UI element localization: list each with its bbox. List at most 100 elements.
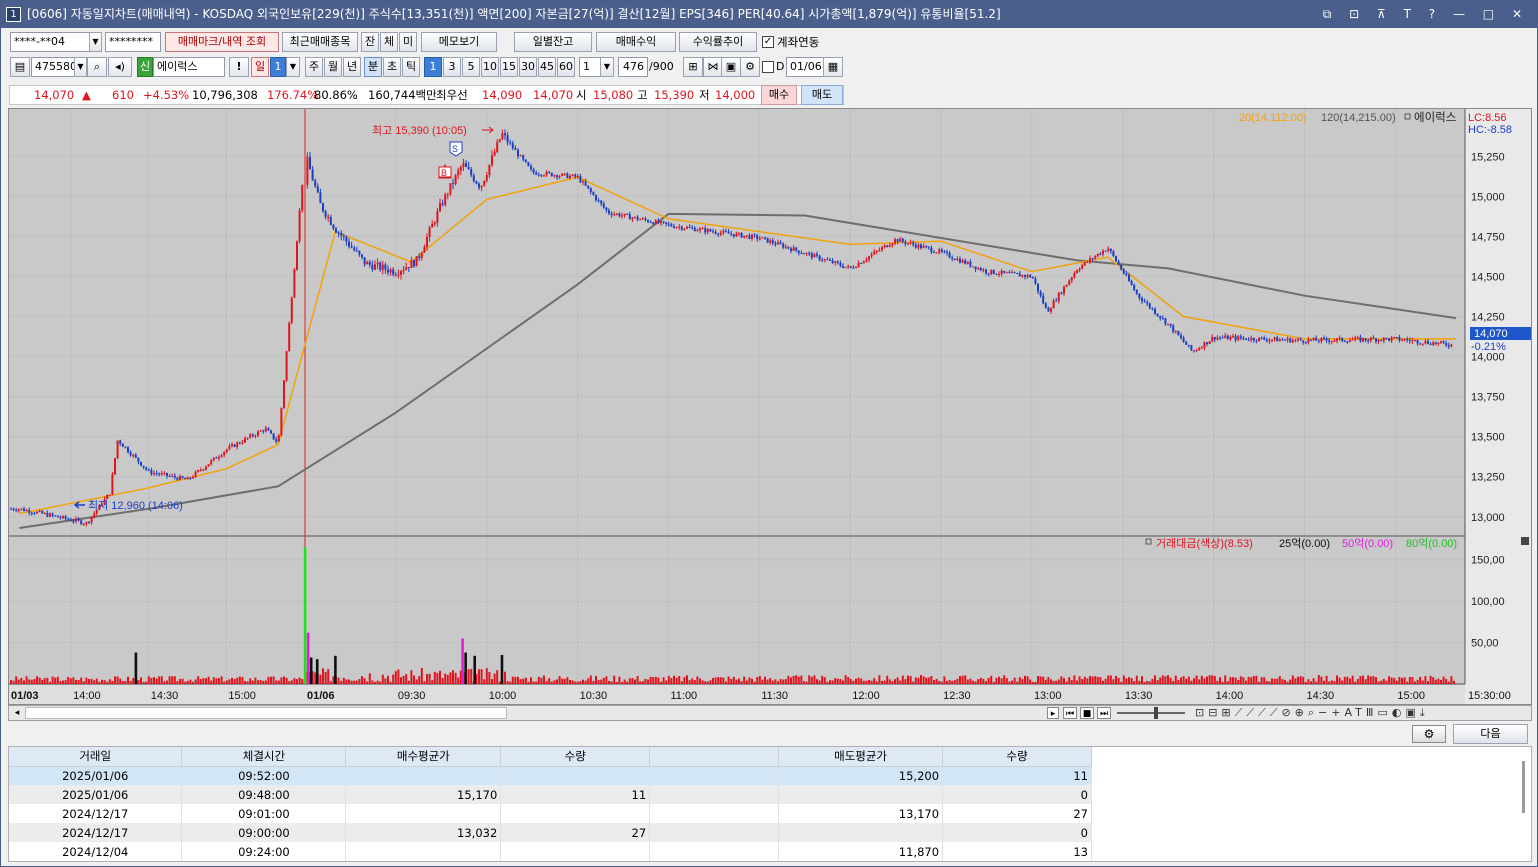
buy-button[interactable]: 매수: [761, 85, 797, 105]
rewind-icon[interactable]: ⏮: [1063, 707, 1077, 719]
minute-15-button[interactable]: 15: [500, 57, 518, 77]
period-minute-button[interactable]: 분: [364, 57, 382, 77]
candle-body: [1203, 342, 1206, 348]
table-row[interactable]: 2024/12/17 09:01:00 13,170 27: [9, 804, 1092, 823]
minute-30-button[interactable]: 30: [519, 57, 537, 77]
forward-icon[interactable]: ⏭: [1097, 707, 1111, 719]
table-row[interactable]: 2024/12/17 09:00:00 13,032 27 0: [9, 823, 1092, 842]
volume-bar: [1260, 677, 1263, 684]
candle-body: [488, 164, 491, 176]
memo-view-button[interactable]: 메모보기: [421, 32, 497, 52]
interval-count-field[interactable]: 1: [579, 57, 601, 77]
date-input[interactable]: 01/06: [786, 57, 824, 77]
trade-mark-query-button[interactable]: 매매마크/내역 조회: [165, 32, 279, 52]
volume-bar: [350, 680, 353, 684]
zoom-slider[interactable]: [1117, 712, 1185, 714]
account-field[interactable]: ****-**04: [10, 32, 90, 52]
table-row[interactable]: 2025/01/06 09:48:00 15,170 11 0: [9, 785, 1092, 804]
scroll-thumb[interactable]: [25, 707, 507, 719]
speaker-icon[interactable]: ◂): [108, 57, 132, 77]
minute-1-button[interactable]: 1: [424, 57, 442, 77]
account-link-checkbox[interactable]: ✓: [762, 36, 774, 48]
period-year-button[interactable]: 년: [343, 57, 361, 77]
scroll-right-icon[interactable]: ▸: [1047, 707, 1059, 719]
stop-icon[interactable]: ■: [1080, 707, 1094, 719]
save-icon[interactable]: ▣: [721, 57, 741, 77]
chevron-down-icon[interactable]: ▼: [89, 32, 102, 52]
settings-gear-icon[interactable]: ⚙: [1412, 725, 1446, 743]
volume-bar: [961, 675, 964, 684]
table-row[interactable]: 2025/01/06 09:52:00 15,200 11: [9, 766, 1092, 785]
volume-bar: [428, 673, 431, 684]
date-checkbox[interactable]: [762, 61, 774, 73]
table-scrollbar[interactable]: [1522, 761, 1525, 813]
time-tick-label: 15:00: [228, 690, 256, 702]
chart-canvas[interactable]: 15,250 15,000 14,750 14,500 14,250 14,000 13,7…: [9, 109, 1531, 704]
candle-body: [615, 213, 618, 215]
volume-bar: [595, 675, 597, 684]
layout-icon[interactable]: ▤: [10, 57, 30, 77]
tab-unfilled[interactable]: 미: [399, 32, 417, 52]
tab-balance[interactable]: 잔: [361, 32, 379, 52]
volume-bar: [891, 681, 894, 684]
chevron-down-icon[interactable]: ▼: [600, 57, 614, 77]
price-chart[interactable]: 15,250 15,000 14,750 14,500 14,250 14,000 13,7…: [8, 108, 1532, 705]
candle-body: [969, 261, 972, 267]
candle-body: [1063, 286, 1065, 294]
period-day-button[interactable]: 일: [251, 57, 269, 77]
candle-body: [748, 235, 751, 239]
candle-body: [350, 246, 353, 248]
candle-body: [644, 218, 647, 221]
sell-button[interactable]: 매도: [801, 85, 843, 105]
candle-body: [1385, 337, 1388, 339]
period-tick-button[interactable]: 틱: [402, 57, 420, 77]
volume-bar: [98, 681, 101, 684]
return-trend-button[interactable]: 수익률추이: [679, 32, 757, 52]
candle-body: [1174, 330, 1177, 332]
zoom-slider-handle[interactable]: [1154, 707, 1158, 719]
minute-60-button[interactable]: 60: [557, 57, 575, 77]
table-row[interactable]: 2024/12/04 09:24:00 11,870 13: [9, 842, 1092, 861]
minute-5-button[interactable]: 5: [462, 57, 480, 77]
gear-icon[interactable]: ⚙: [740, 57, 760, 77]
recent-trades-button[interactable]: 최근매매종목: [282, 32, 358, 52]
bar-count-input[interactable]: 476: [618, 57, 648, 77]
volume-bar: [413, 675, 415, 684]
trade-profit-button[interactable]: 매매수익: [596, 32, 676, 52]
volume-bar: [1177, 679, 1180, 684]
compare-icon[interactable]: ⋈: [703, 57, 723, 77]
calendar-icon[interactable]: ▦: [823, 57, 843, 77]
candle-body: [1091, 258, 1094, 260]
pane-close-icon[interactable]: [1521, 537, 1529, 545]
chevron-down-icon[interactable]: ▼: [286, 57, 300, 77]
minute-3-button[interactable]: 3: [443, 57, 461, 77]
search-icon[interactable]: ⌕: [87, 57, 107, 77]
window-controls[interactable]: ⧉ ⊡ ⊼ T ? — □ ✕: [1323, 1, 1529, 28]
period-month-button[interactable]: 월: [324, 57, 342, 77]
tab-filled[interactable]: 체: [380, 32, 398, 52]
daily-balance-button[interactable]: 일별잔고: [514, 32, 592, 52]
indicator-icon[interactable]: ⊞: [683, 57, 703, 77]
drawing-tools-icon[interactable]: ⊡⊟⊞⟋⟋⟋⟋⊘⊕⌕−+ATⅢ▭◐▣⤓: [1195, 706, 1429, 720]
minute-45-button[interactable]: 45: [538, 57, 556, 77]
new-listing-badge: 신: [137, 57, 153, 77]
volume-bar: [244, 681, 246, 684]
period-second-button[interactable]: 초: [383, 57, 401, 77]
stock-code-input[interactable]: 475580: [31, 57, 75, 77]
volume-bar: [439, 670, 441, 684]
candle-body: [501, 133, 504, 140]
next-button[interactable]: 다음: [1453, 724, 1528, 744]
volume-bar: [420, 668, 423, 684]
candle-body: [834, 261, 837, 264]
password-field[interactable]: ********: [105, 32, 161, 52]
alert-icon[interactable]: !: [229, 57, 249, 77]
volume-bar: [940, 681, 943, 684]
scroll-left-icon[interactable]: ◂: [11, 707, 23, 719]
stock-name-field[interactable]: 에이럭스: [153, 57, 225, 77]
volume-bar: [444, 673, 447, 684]
time-tick-label: 14:00: [1216, 690, 1244, 702]
period-week-button[interactable]: 주: [305, 57, 323, 77]
period-day-count[interactable]: 1: [270, 57, 286, 77]
minute-10-button[interactable]: 10: [481, 57, 499, 77]
chevron-down-icon[interactable]: ▼: [74, 57, 87, 77]
